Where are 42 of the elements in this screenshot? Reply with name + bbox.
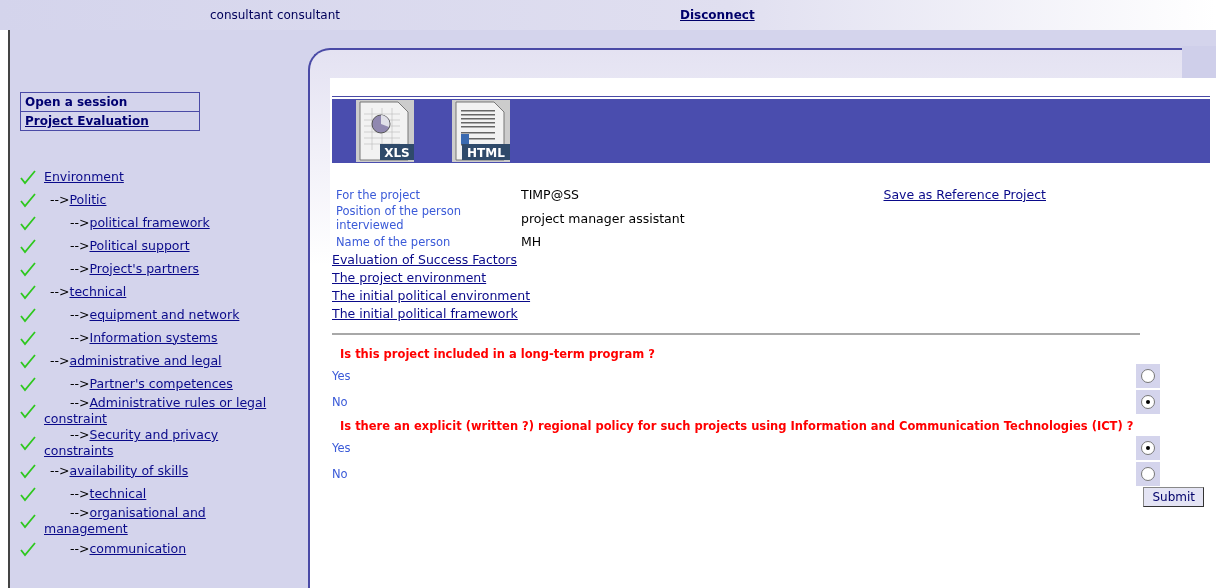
field-value: MH xyxy=(521,234,543,249)
html-file-icon[interactable]: HTML xyxy=(452,100,510,162)
tree-item[interactable]: Environment xyxy=(44,168,124,185)
field-value: TIMP@SS xyxy=(521,187,580,202)
radio-button[interactable] xyxy=(1141,441,1155,455)
disconnect-link[interactable]: Disconnect xyxy=(680,8,755,22)
tree-item[interactable]: -->Information systems xyxy=(44,329,218,346)
tree-item[interactable]: -->communication xyxy=(44,540,187,557)
field-value: project manager assistant xyxy=(521,210,686,226)
breadcrumb-link[interactable]: The project environment xyxy=(332,269,487,287)
xls-file-icon[interactable]: XLS xyxy=(356,100,414,162)
tree-item[interactable]: -->Political support xyxy=(44,237,190,254)
tree-item[interactable]: -->technical xyxy=(44,283,127,300)
tree-item[interactable]: -->Partner's competences xyxy=(44,375,233,392)
option-label: No xyxy=(332,467,348,481)
radio-button[interactable] xyxy=(1141,369,1155,383)
tree-item[interactable]: -->equipment and network xyxy=(44,306,240,323)
tree-item[interactable]: -->Administrative rules or legal constraint xyxy=(44,395,289,427)
breadcrumb-link[interactable]: The initial political framework xyxy=(332,305,518,323)
save-reference-link[interactable]: Save as Reference Project xyxy=(883,187,1046,202)
field-label: Name of the person xyxy=(336,234,452,249)
tree-item[interactable]: -->availability of skills xyxy=(44,462,189,479)
field-label: For the project xyxy=(336,187,422,202)
question-text: Is this project included in a long-term program ? xyxy=(339,346,656,363)
question-text: Is there an explicit (written ?) regional policy for such projects using Information and Communication Technologies (ICT) ? xyxy=(339,418,1135,435)
breadcrumb-link[interactable]: Evaluation of Success Factors xyxy=(332,251,518,269)
menu-link[interactable]: Open a session xyxy=(21,93,199,112)
breadcrumb-link[interactable]: The initial political environment xyxy=(332,287,531,305)
option-label: Yes xyxy=(332,441,351,455)
tree-item[interactable]: -->political framework xyxy=(44,214,210,231)
menu-link[interactable]: Project Evaluation xyxy=(21,112,199,130)
option-label: Yes xyxy=(332,369,351,383)
tree-item[interactable]: -->technical xyxy=(44,485,147,502)
tree-item[interactable]: -->Project's partners xyxy=(44,260,200,277)
radio-button[interactable] xyxy=(1141,467,1155,481)
field-label: Position of the person interviewed xyxy=(336,204,463,232)
user-name: consultant consultant xyxy=(208,8,340,22)
option-label: No xyxy=(332,395,348,409)
tree-item[interactable]: -->administrative and legal xyxy=(44,352,222,369)
submit-button[interactable]: Submit xyxy=(1143,487,1204,507)
tree-item[interactable]: -->Politic xyxy=(44,191,107,208)
radio-button[interactable] xyxy=(1141,395,1155,409)
